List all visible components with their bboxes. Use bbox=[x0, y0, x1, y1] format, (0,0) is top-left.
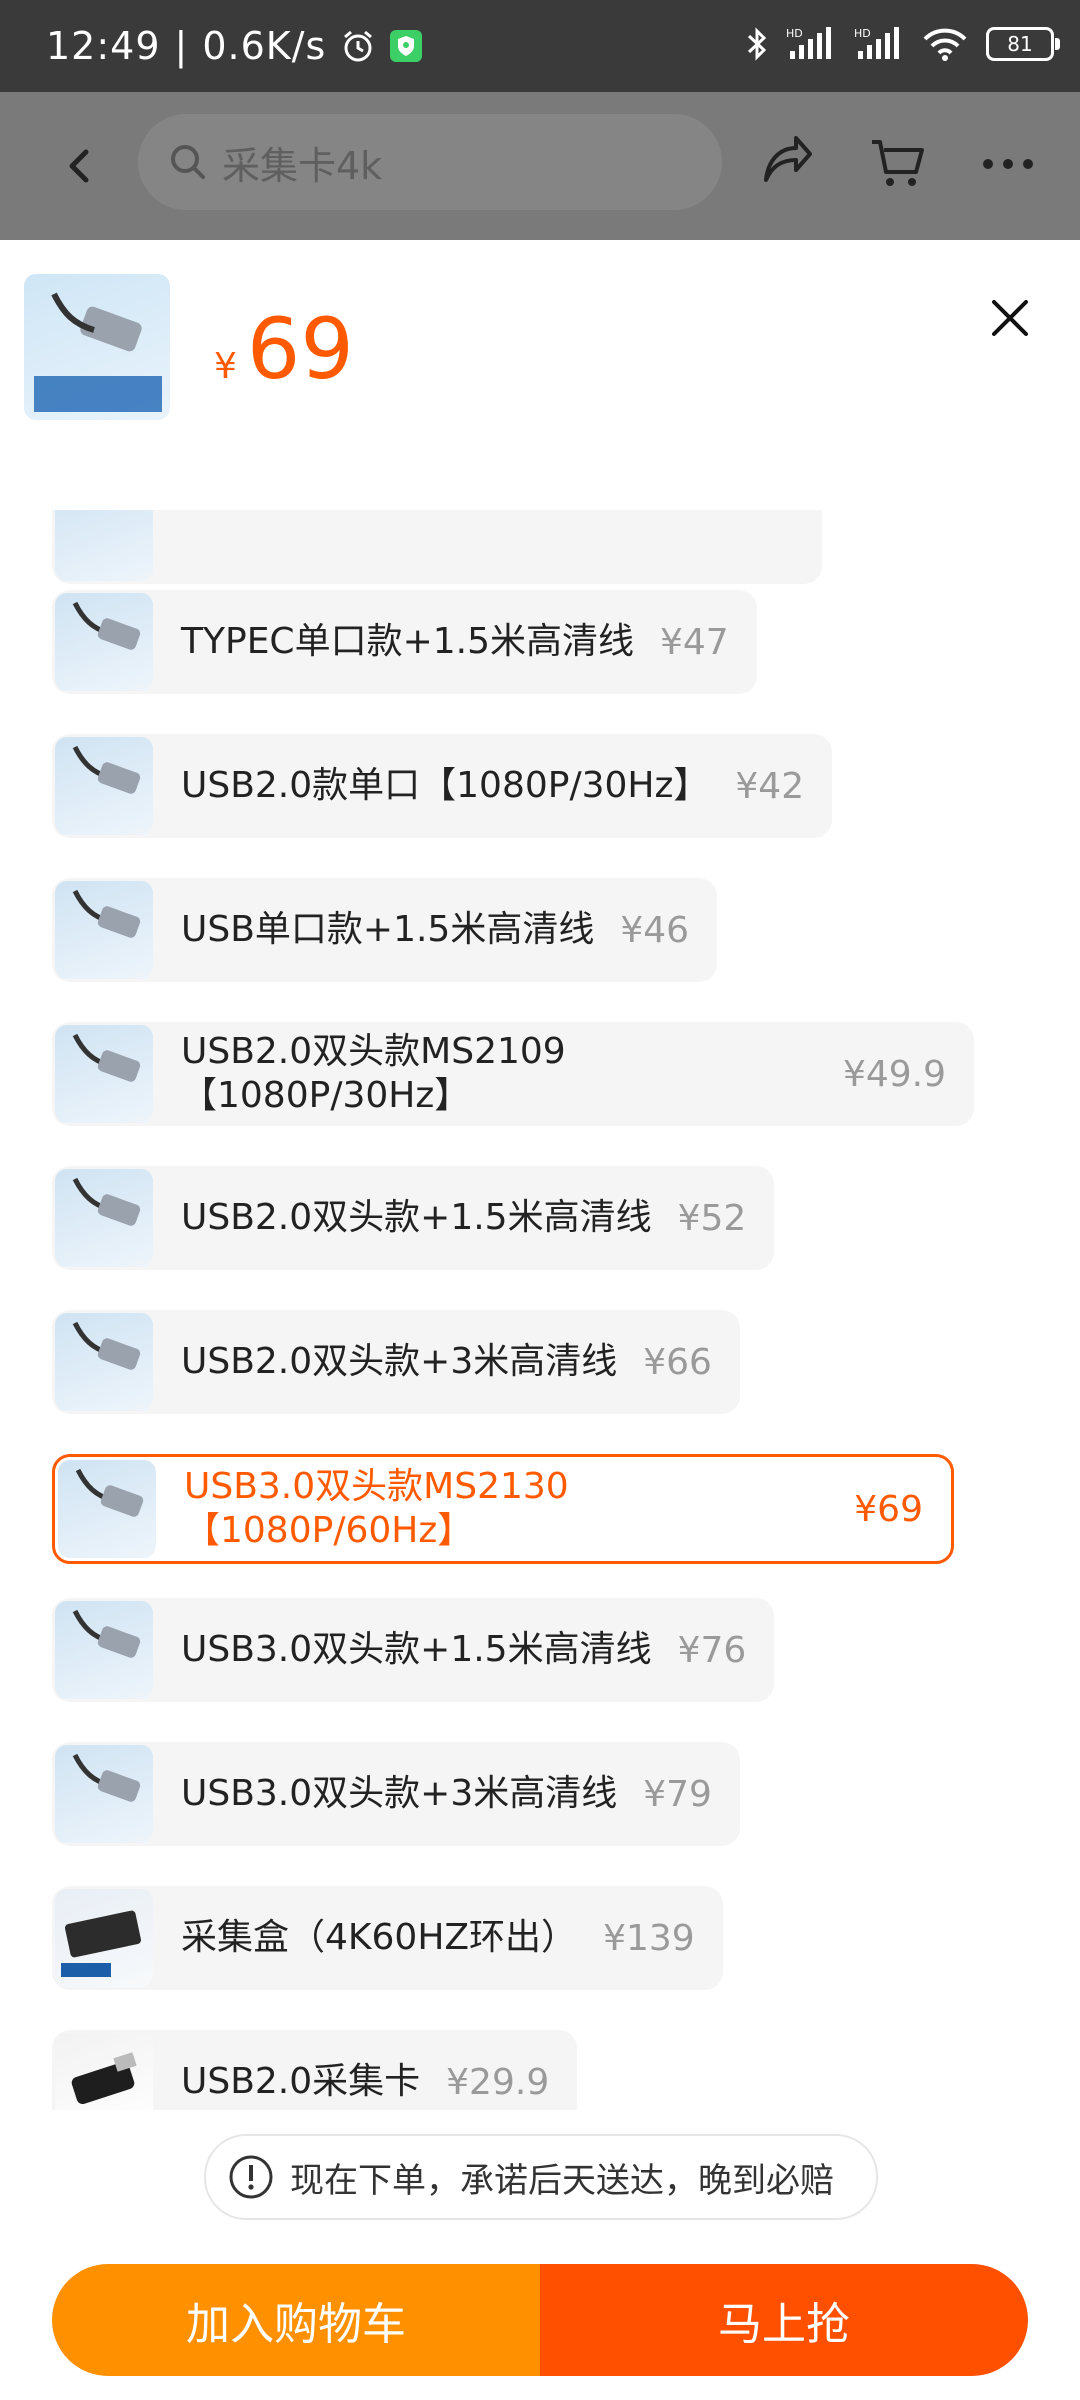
battery-indicator: 81 bbox=[986, 27, 1060, 61]
add-to-cart-button[interactable]: 加入购物车 bbox=[52, 2264, 540, 2376]
page-header: 采集卡4k bbox=[0, 92, 1080, 240]
sku-option-partial[interactable] bbox=[52, 510, 822, 584]
sku-price: ¥76 bbox=[677, 1629, 747, 1671]
sku-thumbnail bbox=[55, 1745, 153, 1843]
close-icon[interactable] bbox=[988, 296, 1032, 340]
more-icon[interactable] bbox=[976, 132, 1040, 196]
guarantee-text: 现在下单，承诺后天送达，晚到必赔 bbox=[290, 2160, 834, 2201]
sku-thumbnail bbox=[55, 1025, 153, 1123]
sku-thumbnail bbox=[55, 593, 153, 691]
sku-price: ¥42 bbox=[735, 765, 805, 807]
sku-option-list: TYPEC单口款+1.5米高清线 ¥47 USB2.0款单口【1080P/30H… bbox=[0, 510, 1080, 2110]
svg-text:HD: HD bbox=[786, 27, 803, 40]
sku-label: USB3.0双头款+1.5米高清线 bbox=[181, 1629, 652, 1670]
sku-thumbnail bbox=[55, 881, 153, 979]
sku-label: USB2.0双头款+1.5米高清线 bbox=[181, 1197, 652, 1238]
delivery-guarantee[interactable]: 现在下单，承诺后天送达，晚到必赔 bbox=[204, 2134, 878, 2220]
svg-text:HD: HD bbox=[854, 27, 871, 40]
sku-option[interactable]: USB2.0双头款+3米高清线 ¥66 bbox=[52, 1310, 740, 1414]
sku-price: ¥47 bbox=[660, 621, 729, 663]
sku-price: ¥46 bbox=[620, 909, 690, 951]
search-placeholder: 采集卡4k bbox=[222, 143, 383, 188]
sku-thumbnail bbox=[55, 1889, 153, 1987]
sku-price: ¥52 bbox=[677, 1197, 747, 1239]
search-bar[interactable]: 采集卡4k bbox=[138, 114, 722, 210]
back-arrow-icon[interactable] bbox=[52, 136, 112, 196]
status-net-speed: 0.6K/s bbox=[202, 24, 327, 68]
sku-thumbnail bbox=[55, 1169, 153, 1267]
sku-option[interactable]: 采集盒（4K60HZ环出） ¥139 bbox=[52, 1886, 723, 1990]
sku-label: USB2.0款单口【1080P/30Hz】 bbox=[181, 765, 710, 806]
sku-option[interactable]: USB2.0双头款+1.5米高清线 ¥52 bbox=[52, 1166, 775, 1270]
status-divider: | bbox=[174, 24, 189, 68]
sku-thumbnail bbox=[55, 2033, 153, 2110]
sku-price: ¥49.9 bbox=[842, 1053, 946, 1095]
sku-option[interactable]: USB2.0款单口【1080P/30Hz】 ¥42 bbox=[52, 734, 833, 838]
sku-thumbnail bbox=[55, 1601, 153, 1699]
sku-label: USB3.0双头款+3米高清线 bbox=[181, 1773, 618, 1814]
status-bar: 12:49 | 0.6K/s HD HD 81 bbox=[0, 0, 1080, 92]
sku-price: ¥79 bbox=[643, 1773, 712, 1815]
wifi-icon bbox=[922, 27, 968, 61]
sku-option[interactable]: USB3.0双头款+1.5米高清线 ¥76 bbox=[52, 1598, 775, 1702]
sku-option[interactable]: TYPEC单口款+1.5米高清线 ¥47 bbox=[52, 590, 757, 694]
sku-price: ¥139 bbox=[603, 1917, 695, 1959]
sku-thumbnail bbox=[55, 510, 153, 581]
sku-label: USB2.0双头款MS2109【1080P/30Hz】 bbox=[181, 1031, 566, 1116]
cart-icon[interactable] bbox=[866, 132, 930, 196]
action-buttons: 加入购物车 马上抢 bbox=[52, 2264, 1028, 2376]
sku-option[interactable]: USB3.0双头款+3米高清线 ¥79 bbox=[52, 1742, 740, 1846]
sku-thumbnail bbox=[55, 737, 153, 835]
status-time: 12:49 bbox=[46, 24, 161, 68]
security-shield-icon bbox=[390, 30, 423, 62]
info-alert-icon bbox=[229, 2155, 273, 2199]
sku-label: USB单口款+1.5米高清线 bbox=[181, 909, 595, 950]
signal-1-icon: HD bbox=[786, 27, 836, 61]
sku-option-selected[interactable]: USB3.0双头款MS2130【1080P/60Hz】 ¥69 bbox=[52, 1454, 954, 1564]
sku-thumbnail bbox=[55, 1313, 153, 1411]
sku-option[interactable]: USB单口款+1.5米高清线 ¥46 bbox=[52, 878, 718, 982]
product-thumbnail[interactable] bbox=[24, 274, 170, 420]
alarm-icon bbox=[340, 28, 376, 64]
share-icon[interactable] bbox=[756, 132, 820, 196]
status-right: HD HD 81 bbox=[746, 26, 1060, 62]
sku-price: ¥66 bbox=[643, 1341, 712, 1383]
bluetooth-icon bbox=[746, 26, 768, 62]
currency-symbol: ¥ bbox=[214, 346, 237, 387]
sku-label: USB3.0双头款MS2130【1080P/60Hz】 bbox=[184, 1466, 569, 1551]
sku-label: TYPEC单口款+1.5米高清线 bbox=[181, 621, 634, 662]
sku-label: 采集盒（4K60HZ环出） bbox=[181, 1917, 578, 1958]
price-value: 69 bbox=[246, 300, 354, 398]
sku-label: USB2.0采集卡 bbox=[181, 2061, 421, 2102]
sku-price: ¥29.9 bbox=[446, 2061, 550, 2103]
sku-option[interactable]: USB2.0采集卡 ¥29.9 bbox=[52, 2030, 578, 2110]
status-left: 12:49 | 0.6K/s bbox=[46, 24, 423, 68]
sku-price: ¥69 bbox=[854, 1488, 923, 1530]
sku-thumbnail bbox=[58, 1460, 156, 1558]
sku-option[interactable]: USB2.0双头款MS2109【1080P/30Hz】 ¥49.9 bbox=[52, 1022, 974, 1126]
signal-2-icon: HD bbox=[854, 27, 904, 61]
selected-price: ¥ 69 bbox=[214, 300, 354, 398]
search-icon bbox=[171, 145, 205, 179]
sku-label: USB2.0双头款+3米高清线 bbox=[181, 1341, 618, 1382]
buy-now-button[interactable]: 马上抢 bbox=[540, 2264, 1028, 2376]
